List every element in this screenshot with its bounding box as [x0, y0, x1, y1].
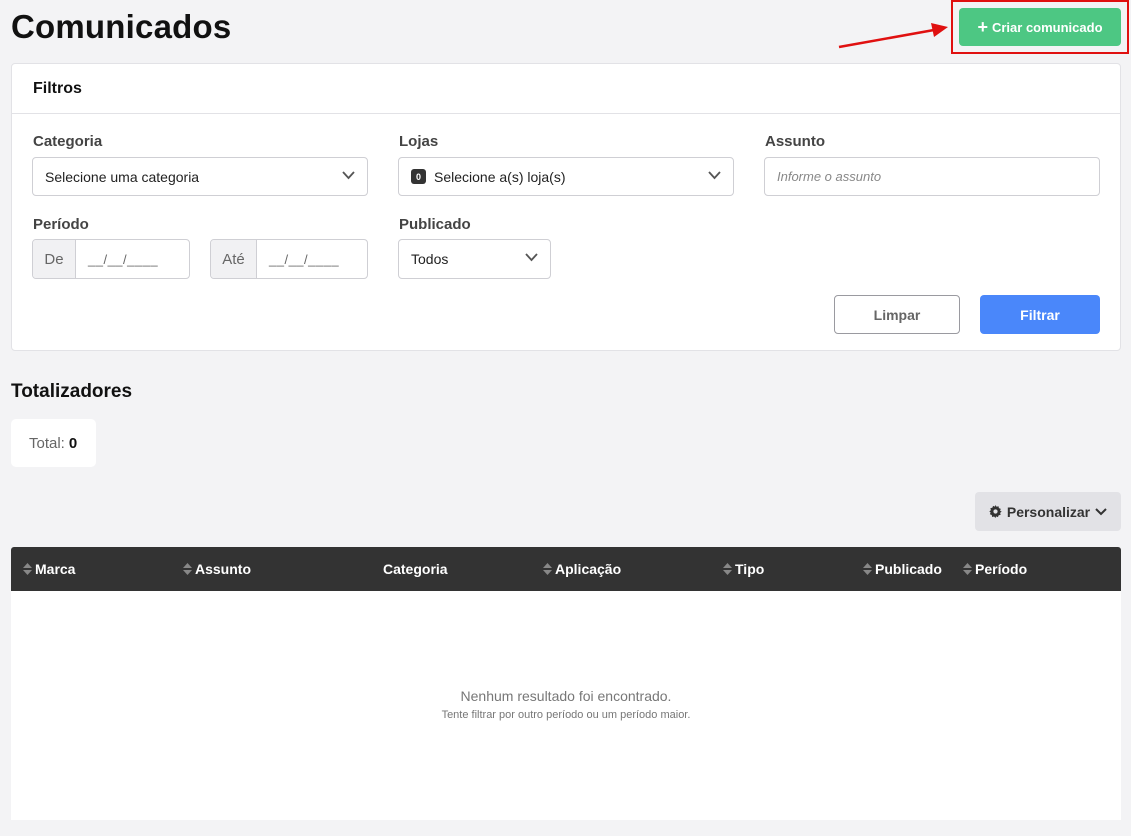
- filters-title: Filtros: [12, 64, 1120, 114]
- column-label: Marca: [35, 561, 76, 577]
- column-label: Período: [975, 561, 1028, 577]
- category-label: Categoria: [33, 133, 103, 150]
- period-from-prefix: De: [33, 240, 76, 278]
- sort-icon: [543, 563, 552, 575]
- column-header-categoria: Categoria: [383, 561, 448, 577]
- column-header-marca[interactable]: Marca: [23, 561, 75, 577]
- sort-icon: [23, 563, 32, 575]
- period-from-input[interactable]: __/__/____: [76, 240, 189, 278]
- subject-input[interactable]: Informe o assunto: [764, 157, 1100, 196]
- chevron-down-icon: [525, 253, 538, 262]
- table-body: Nenhum resultado foi encontrado. Tente f…: [11, 591, 1121, 820]
- sort-icon: [723, 563, 732, 575]
- empty-state-title: Nenhum resultado foi encontrado.: [460, 688, 672, 704]
- stores-count-badge: 0: [411, 169, 426, 184]
- sort-icon: [183, 563, 192, 575]
- column-label: Categoria: [383, 561, 448, 577]
- column-label: Aplicação: [555, 561, 622, 577]
- totals-title: Totalizadores: [11, 381, 133, 402]
- create-announcement-button[interactable]: + Criar comunicado: [959, 8, 1121, 46]
- column-header-tipo[interactable]: Tipo: [723, 561, 764, 577]
- stores-select-value: Selecione a(s) loja(s): [434, 168, 566, 185]
- annotation-arrow: [838, 23, 948, 49]
- clear-button[interactable]: Limpar: [834, 295, 960, 334]
- chevron-down-icon: [1095, 507, 1107, 515]
- subject-label: Assunto: [765, 133, 825, 150]
- stores-label: Lojas: [399, 133, 439, 150]
- total-value: 0: [68, 434, 78, 452]
- published-label: Publicado: [399, 216, 471, 233]
- page-title: Comunicados: [11, 8, 232, 45]
- period-to-field[interactable]: Até __/__/____: [210, 239, 368, 279]
- stores-select[interactable]: 0 Selecione a(s) loja(s): [398, 157, 734, 196]
- category-select-value: Selecione uma categoria: [45, 168, 200, 185]
- sort-icon: [863, 563, 872, 575]
- table-header: Marca Assunto Categoria Aplicação Tipo P…: [11, 547, 1121, 591]
- category-select[interactable]: Selecione uma categoria: [32, 157, 368, 196]
- chevron-down-icon: [342, 171, 355, 180]
- create-announcement-label: Criar comunicado: [991, 19, 1103, 35]
- published-select[interactable]: Todos: [398, 239, 551, 279]
- total-card: Total: 0: [11, 419, 96, 467]
- plus-icon: +: [977, 17, 988, 37]
- period-from-field[interactable]: De __/__/____: [32, 239, 190, 279]
- column-label: Tipo: [735, 561, 765, 577]
- customize-button[interactable]: Personalizar: [975, 492, 1121, 531]
- column-header-publicado[interactable]: Publicado: [863, 561, 942, 577]
- published-select-value: Todos: [411, 251, 449, 267]
- total-label: Total:: [29, 434, 65, 452]
- filter-button[interactable]: Filtrar: [980, 295, 1100, 334]
- column-header-assunto[interactable]: Assunto: [183, 561, 251, 577]
- chevron-down-icon: [708, 171, 721, 180]
- period-to-input[interactable]: __/__/____: [257, 240, 367, 278]
- sort-icon: [963, 563, 972, 575]
- column-label: Assunto: [195, 561, 251, 577]
- period-label: Período: [33, 216, 89, 233]
- empty-state-subtitle: Tente filtrar por outro período ou um pe…: [441, 709, 691, 721]
- column-header-aplicacao[interactable]: Aplicação: [543, 561, 621, 577]
- customize-label: Personalizar: [1006, 503, 1091, 520]
- column-label: Publicado: [875, 561, 942, 577]
- filters-card: Filtros Categoria Selecione uma categori…: [11, 63, 1121, 351]
- column-header-periodo[interactable]: Período: [963, 561, 1027, 577]
- period-to-prefix: Até: [211, 240, 257, 278]
- gear-icon: [989, 505, 1002, 518]
